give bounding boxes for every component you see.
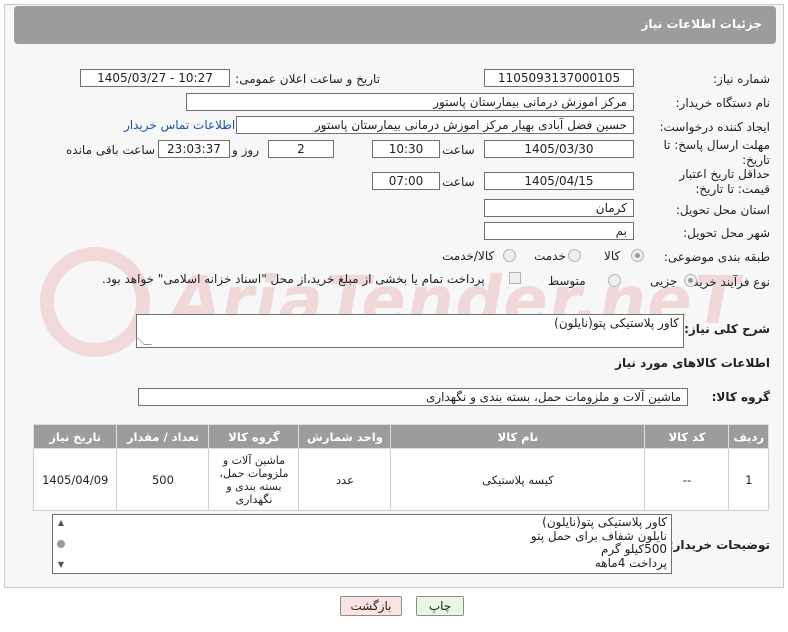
buyer-notes-line: کاور پلاستیکی پتو(نایلون) xyxy=(542,515,667,529)
cell-qty: 500 xyxy=(116,448,210,511)
col-unit: واحد شمارش xyxy=(298,424,392,449)
col-group: گروه کالا xyxy=(208,424,300,449)
cell-row: 1 xyxy=(728,448,769,511)
validity-label: حداقل تاریخ اعتبار قیمت: تا تاریخ: xyxy=(679,167,770,196)
category-goods-service-radio[interactable] xyxy=(503,249,516,262)
buyer-contact-link[interactable]: اطلاعات تماس خریدار xyxy=(124,118,235,132)
validity-time-field: 07:00 xyxy=(372,172,440,190)
cell-group: ماشین آلات و ملزومات حمل، بسته بندی و نگ… xyxy=(208,448,300,511)
category-service-radio[interactable] xyxy=(568,249,581,262)
buyer-notes-label: توضیحات خریدار: xyxy=(668,538,770,552)
creator-label: ایجاد کننده درخواست: xyxy=(659,120,770,134)
province-field: کرمان xyxy=(484,199,634,217)
back-button[interactable]: بازگشت xyxy=(340,596,402,616)
category-service-label: خدمت xyxy=(534,249,566,263)
cell-unit: عدد xyxy=(298,448,392,511)
print-button[interactable]: چاپ xyxy=(416,596,464,616)
process-medium-label: متوسط xyxy=(548,274,586,288)
resize-grip-icon[interactable] xyxy=(136,337,152,345)
time-remaining-label: ساعت باقی مانده xyxy=(66,143,156,157)
buyer-notes-line: 500کیلو گرم xyxy=(601,542,667,556)
deadline-time-field: 10:30 xyxy=(372,140,440,158)
buyer-notes-line: نایلون شفاف برای حمل پتو xyxy=(530,528,667,543)
process-medium-radio[interactable] xyxy=(608,274,621,287)
creator-field: حسین فضل آبادی بهیار مرکز اموزش درمانی ب… xyxy=(236,116,634,134)
category-goods-radio[interactable] xyxy=(631,249,644,262)
deadline-label: مهلت ارسال پاسخ: تا تاریخ: xyxy=(663,138,770,167)
validity-time-label: ساعت xyxy=(442,175,475,189)
days-remaining-field: 2 xyxy=(268,140,334,158)
col-name: نام کالا xyxy=(390,424,646,449)
category-goods-service-label: کالا/خدمت xyxy=(442,249,495,263)
col-row: ردیف xyxy=(728,424,769,449)
summary-label: شرح کلی نیاز: xyxy=(684,322,770,336)
city-field: بم xyxy=(484,222,634,240)
need-number-field: 1105093137000105 xyxy=(484,69,634,87)
process-minor-radio[interactable] xyxy=(684,274,697,287)
scroll-down-icon[interactable]: ▼ xyxy=(58,561,64,569)
goods-table: ردیف کد کالا نام کالا واحد شمارش گروه کا… xyxy=(32,424,769,511)
scroll-thumb[interactable] xyxy=(57,540,65,548)
scroll-up-icon[interactable]: ▲ xyxy=(58,519,64,527)
treasury-payment-note: پرداخت تمام یا بخشی از مبلغ خرید،از محل … xyxy=(102,272,485,286)
col-code: کد کالا xyxy=(644,424,730,449)
buyer-notes-line: پرداخت 4ماهه xyxy=(594,555,667,570)
goods-group-label: گروه کالا: xyxy=(711,390,770,404)
treasury-payment-checkbox[interactable] xyxy=(509,272,521,284)
buyer-org-label: نام دستگاه خریدار: xyxy=(675,96,771,110)
cell-code: -- xyxy=(644,448,730,511)
goods-section-title: اطلاعات کالاهای مورد نیاز xyxy=(615,356,770,370)
goods-group-field: ماشین آلات و ملزومات حمل، بسته بندی و نگ… xyxy=(138,388,688,406)
announce-datetime-field: 1405/03/27 - 10:27 xyxy=(80,69,230,87)
category-goods-label: کالا xyxy=(604,249,621,263)
announce-label: تاریخ و ساعت اعلان عمومی: xyxy=(235,72,380,86)
process-label: نوع فرآیند خرید : xyxy=(685,275,770,289)
buyer-org-field: مرکز اموزش درمانی بیمارستان پاستور xyxy=(186,93,634,111)
days-label: روز و xyxy=(232,143,259,157)
deadline-time-label: ساعت xyxy=(442,143,475,157)
col-qty: تعداد / مقدار xyxy=(116,424,210,449)
cell-date: 1405/04/09 xyxy=(32,448,118,511)
time-remaining-field: 23:03:37 xyxy=(158,140,230,158)
col-date: تاریخ نیاز xyxy=(32,424,118,449)
buyer-notes-textarea[interactable]: کاور پلاستیکی پتو(نایلون) نایلون شفاف بر… xyxy=(52,514,672,574)
process-minor-label: جزیی xyxy=(650,274,678,288)
validity-date-field: 1405/04/15 xyxy=(484,172,634,190)
cell-name: کیسه پلاستیکی xyxy=(390,448,646,511)
deadline-date-field: 1405/03/30 xyxy=(484,140,634,158)
summary-textarea[interactable]: کاور پلاستیکی پتو(نایلون) xyxy=(136,314,684,348)
table-header-row: ردیف کد کالا نام کالا واحد شمارش گروه کا… xyxy=(32,424,769,449)
need-number-label: شماره نیاز: xyxy=(713,72,770,86)
province-label: استان محل تحویل: xyxy=(675,203,770,217)
table-row: 1 -- کیسه پلاستیکی عدد ماشین آلات و ملزو… xyxy=(32,448,769,511)
panel-title: جزئیات اطلاعات نیاز xyxy=(14,6,776,44)
notes-scrollbar[interactable]: ▲ ▼ xyxy=(55,517,67,571)
category-label: طبقه بندی موضوعی: xyxy=(663,250,770,264)
city-label: شهر محل تحویل: xyxy=(683,226,770,240)
summary-text: کاور پلاستیکی پتو(نایلون) xyxy=(554,316,679,330)
